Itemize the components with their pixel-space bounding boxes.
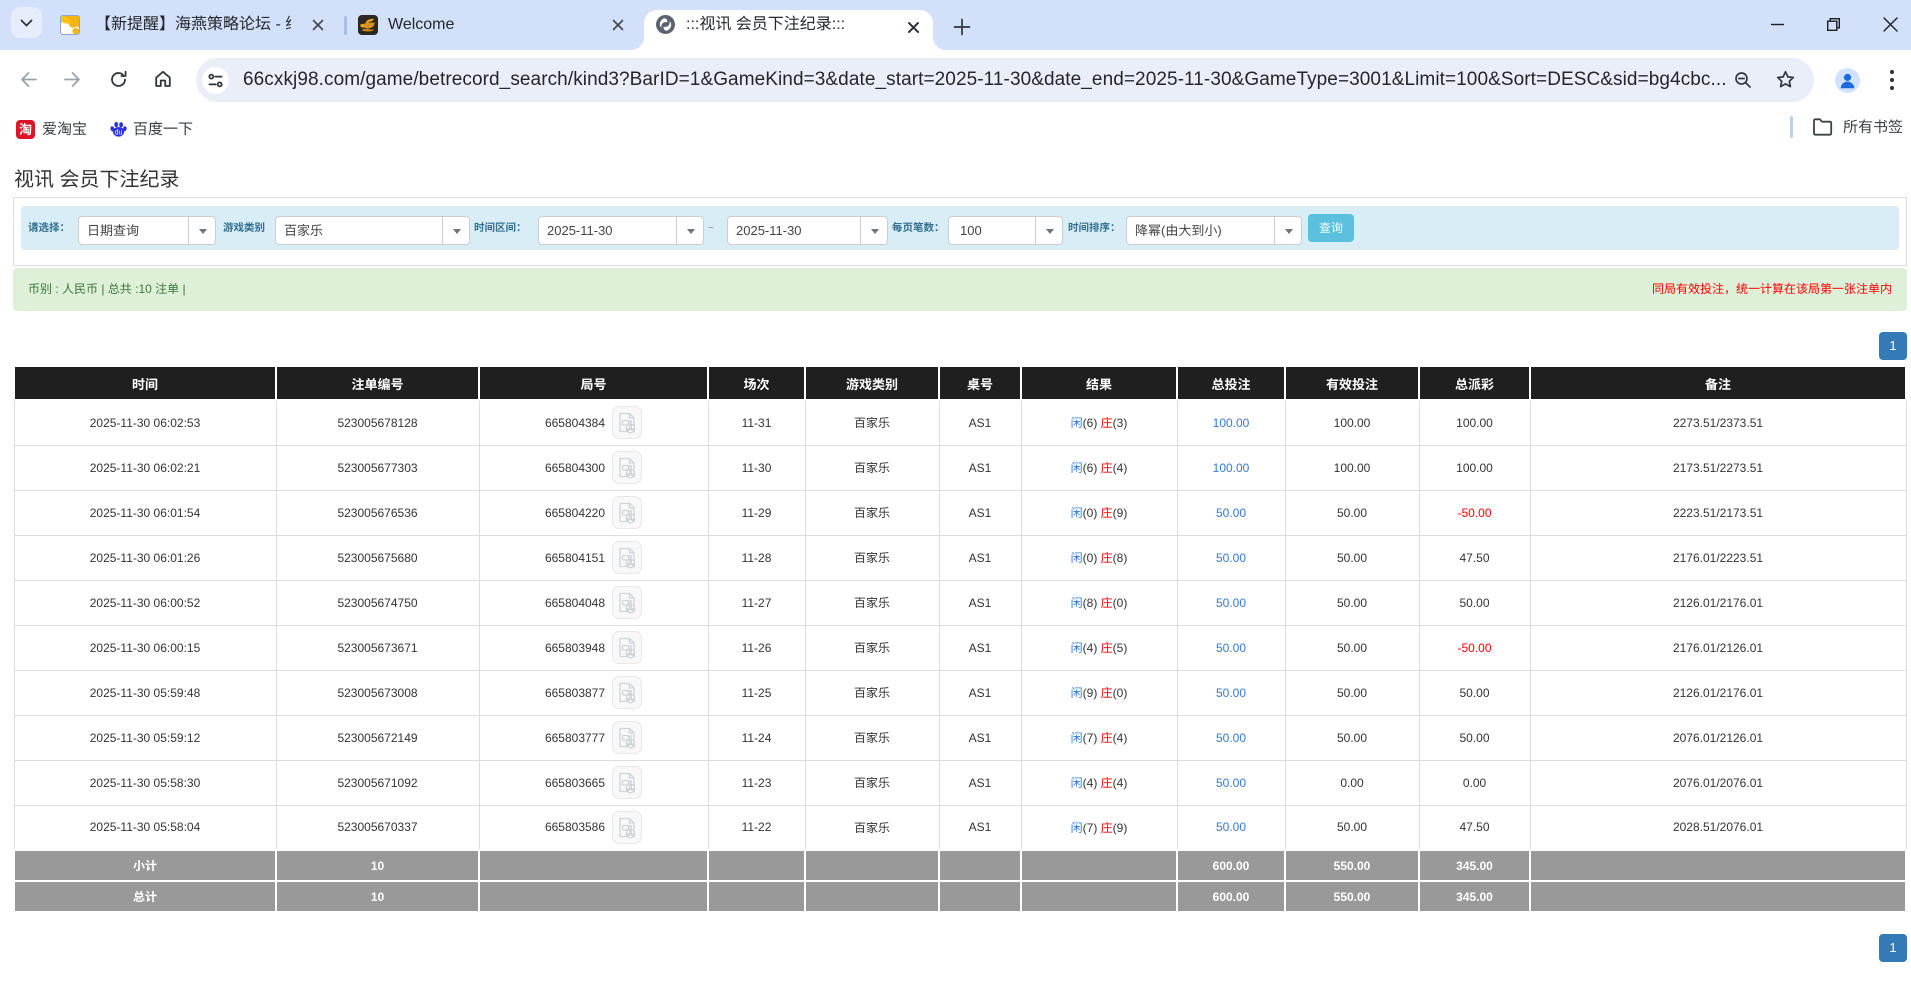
svg-text:du: du [115,130,123,137]
